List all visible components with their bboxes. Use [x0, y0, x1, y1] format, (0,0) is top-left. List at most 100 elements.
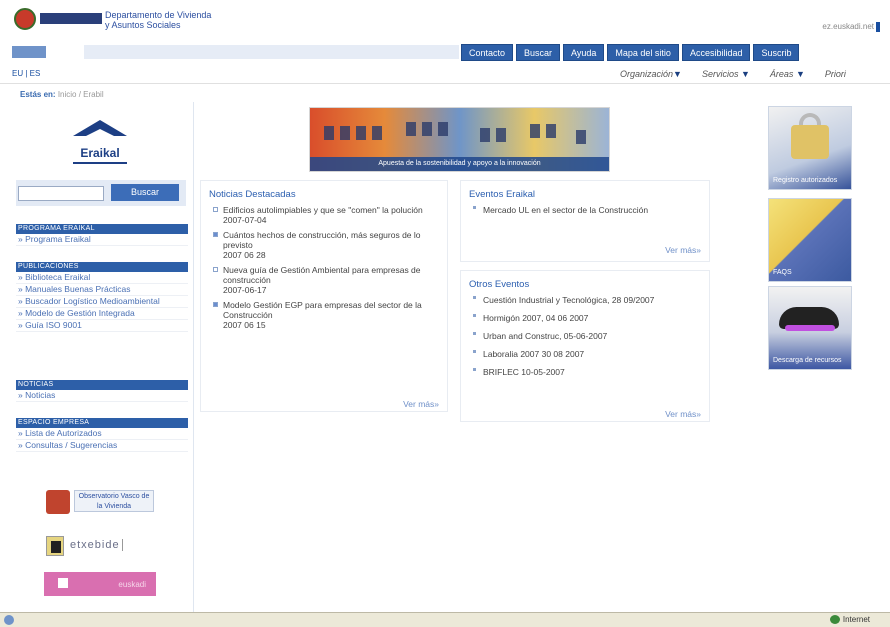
window-shape	[496, 128, 506, 142]
icon-label: Registro autorizados	[773, 177, 838, 184]
section-programa: PROGRAMA ERAIKAL » Programa Eraikal	[16, 224, 188, 246]
menu-prioridades[interactable]: Priori	[825, 69, 846, 79]
window-shape	[576, 130, 586, 144]
section-heading: NOTICIAS	[16, 380, 188, 390]
nav-suscribir-button[interactable]: Suscrib	[753, 44, 800, 61]
breadcrumb: Estás en: Inicio / Erabil	[20, 90, 104, 99]
nav-ayuda-button[interactable]: Ayuda	[563, 44, 605, 61]
sidebar-link[interactable]: » Modelo de Gestión Integrada	[16, 308, 188, 320]
breadcrumb-path[interactable]: Inicio / Erabil	[58, 90, 104, 99]
event-item[interactable]: Mercado UL en el sector de la Construcci…	[473, 205, 701, 215]
site-header: Departamento de Vivienda y Asuntos Socia…	[0, 0, 890, 44]
sidebar-link[interactable]: » Programa Eraikal	[16, 234, 188, 246]
icon-label: Descarga de recursos	[773, 357, 842, 364]
menu-organizacion[interactable]: Organización▼	[620, 69, 682, 79]
sidebar-link[interactable]: » Guía ISO 9001	[16, 320, 188, 332]
department-name[interactable]: Departamento de Vivienda y Asuntos Socia…	[105, 10, 211, 30]
news-date: 2007 06 15	[223, 320, 266, 330]
section-heading: ESPACIO EMPRESA	[16, 418, 188, 428]
euskadi-banner[interactable]: euskadi	[44, 572, 156, 596]
page-icon	[4, 615, 14, 625]
other-events-more-link[interactable]: Ver más»	[665, 409, 701, 419]
news-item[interactable]: Cuántos hechos de construcción, más segu…	[213, 230, 439, 260]
chevron-down-icon: ▼	[740, 69, 750, 79]
other-events-panel: Otros Eventos Cuestión Industrial y Tecn…	[460, 270, 710, 422]
news-panel: Noticias Destacadas Edificios autolimpia…	[200, 180, 448, 412]
bullet-icon	[213, 267, 218, 272]
top-navigation: Contacto Buscar Ayuda Mapa del sitio Acc…	[0, 44, 890, 61]
observatorio-icon	[46, 490, 70, 514]
event-item[interactable]: Cuestión Industrial y Tecnológica, 28 09…	[473, 295, 701, 305]
window-shape	[546, 124, 556, 138]
registro-autorizados-link[interactable]: Registro autorizados	[768, 106, 852, 190]
window-shape	[356, 126, 366, 140]
window-shape	[340, 126, 350, 140]
event-item[interactable]: Laboralia 2007 30 08 2007	[473, 349, 701, 359]
sidebar-link[interactable]: » Lista de Autorizados	[16, 428, 188, 440]
window-shape	[480, 128, 490, 142]
nav-buscar-button[interactable]: Buscar	[516, 44, 561, 61]
sidebar-link[interactable]: » Consultas / Sugerencias	[16, 440, 188, 452]
sidebar-link[interactable]: » Biblioteca Eraikal	[16, 272, 188, 284]
nav-buttons: Contacto Buscar Ayuda Mapa del sitio Acc…	[461, 44, 800, 61]
government-logo[interactable]	[14, 8, 102, 30]
portal-marker-icon	[876, 22, 880, 32]
menu-areas[interactable]: Áreas ▼	[770, 69, 805, 79]
etxebide-icon	[46, 536, 64, 556]
sidebar-link[interactable]: » Buscador Logístico Medioambiental	[16, 296, 188, 308]
news-item[interactable]: Edificios autolimpiables y que se "comen…	[213, 205, 439, 225]
section-heading: PROGRAMA ERAIKAL	[16, 224, 188, 234]
euskadi-banner-text: euskadi	[118, 580, 146, 589]
bullet-icon	[473, 314, 476, 317]
roof-inner-icon	[80, 129, 120, 139]
descarga-recursos-link[interactable]: Descarga de recursos	[768, 286, 852, 370]
nav-strip	[84, 45, 459, 59]
bullet-icon	[473, 350, 476, 353]
events-more-link[interactable]: Ver más»	[665, 245, 701, 255]
bullet-icon	[213, 302, 218, 307]
portal-link[interactable]: ez.euskadi.net	[822, 22, 880, 32]
etxebide-banner[interactable]: etxebide	[46, 534, 158, 562]
section-noticias: NOTICIAS » Noticias	[16, 380, 188, 402]
eraikal-logo[interactable]: Eraikal	[70, 120, 130, 168]
search-input[interactable]	[18, 186, 104, 201]
sidebar-link[interactable]: » Noticias	[16, 390, 188, 402]
globe-icon	[829, 615, 840, 625]
event-item[interactable]: Hormigón 2007, 04 06 2007	[473, 313, 701, 323]
chevron-down-icon: ▼	[673, 69, 682, 79]
coat-of-arms-icon	[14, 8, 36, 30]
news-date: 2007-06-17	[223, 285, 267, 295]
section-heading: PUBLICACIONES	[16, 262, 188, 272]
window-shape	[422, 122, 432, 136]
nav-sitemap-button[interactable]: Mapa del sitio	[607, 44, 679, 61]
left-sidebar: Eraikal Buscar PROGRAMA ERAIKAL » Progra…	[12, 102, 194, 612]
hero-banner[interactable]: Apuesta de la sostenibilidad y apoyo a l…	[309, 107, 610, 172]
nav-accesibilidad-button[interactable]: Accesibilidad	[681, 44, 751, 61]
secondary-bar: EU | ES Organización▼ Servicios ▼ Áreas …	[0, 64, 890, 84]
chevron-down-icon: ▼	[795, 69, 805, 79]
sidebar-link[interactable]: » Manuales Buenas Prácticas	[16, 284, 188, 296]
observatorio-banner[interactable]: Observatorio Vasco de la Vivienda	[44, 488, 156, 516]
nav-left-tag	[12, 46, 46, 58]
news-more-link[interactable]: Ver más»	[403, 399, 439, 409]
padlock-icon	[791, 125, 829, 159]
event-item[interactable]: BRIFLEC 10-05-2007	[473, 367, 701, 377]
language-switch[interactable]: EU | ES	[12, 69, 40, 78]
menu-servicios[interactable]: Servicios ▼	[702, 69, 750, 79]
faqs-link[interactable]: FAQS	[768, 198, 852, 282]
other-events-title: Otros Eventos	[469, 279, 530, 290]
news-item[interactable]: Nueva guía de Gestión Ambiental para emp…	[213, 265, 439, 295]
government-name-bar	[40, 13, 102, 24]
event-item[interactable]: Urban and Construc, 05-06-2007	[473, 331, 701, 341]
section-espacio-empresa: ESPACIO EMPRESA » Lista de Autorizados »…	[16, 418, 188, 452]
search-button[interactable]: Buscar	[111, 184, 179, 201]
window-shape	[406, 122, 416, 136]
euskadi-icon	[58, 578, 68, 588]
hero-caption: Apuesta de la sostenibilidad y apoyo a l…	[310, 157, 609, 171]
bullet-icon	[473, 368, 476, 371]
nav-contacto-button[interactable]: Contacto	[461, 44, 514, 61]
news-item[interactable]: Modelo Gestión EGP para empresas del sec…	[213, 300, 439, 330]
icon-label: FAQS	[773, 269, 792, 276]
window-shape	[372, 126, 382, 140]
bullet-icon	[473, 206, 476, 209]
